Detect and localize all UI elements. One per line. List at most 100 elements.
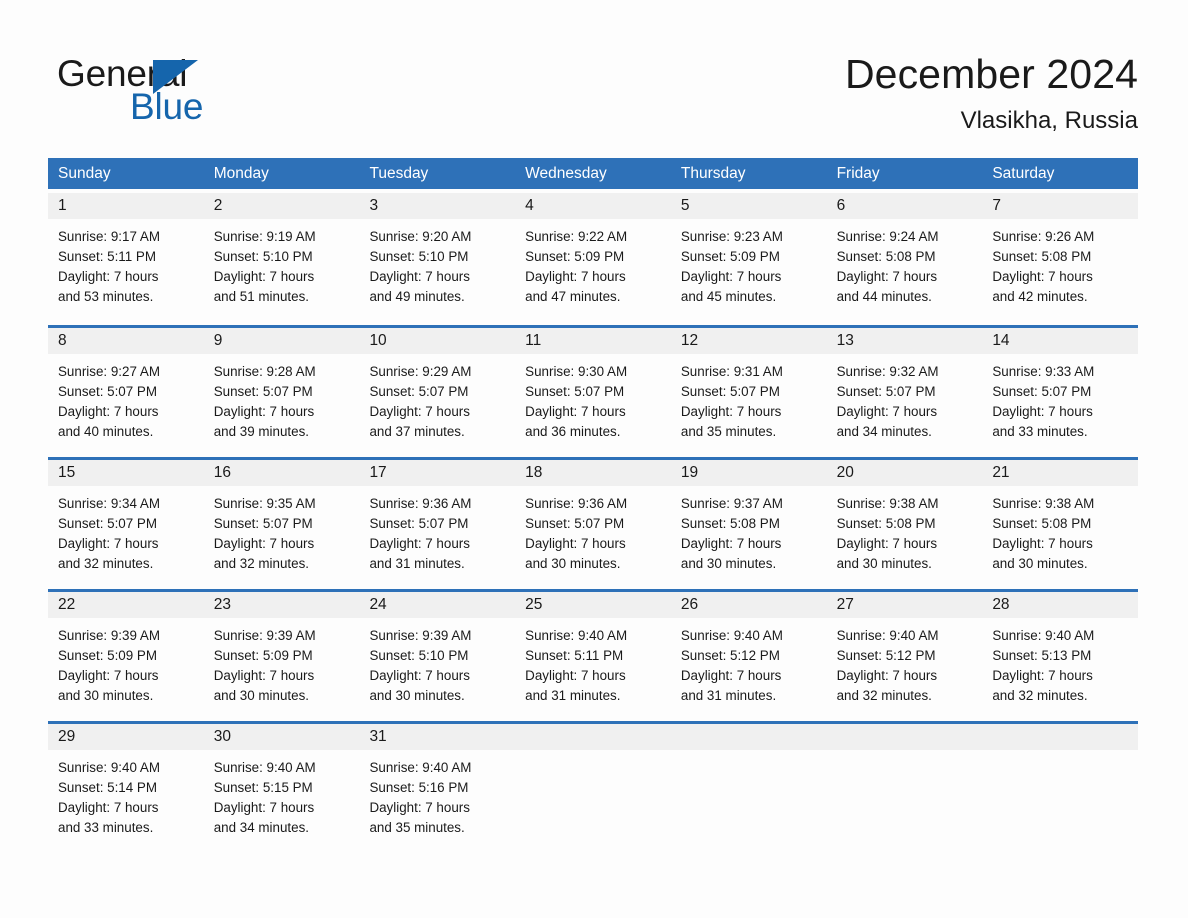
sunrise-text: Sunrise: 9:39 AM bbox=[58, 628, 160, 643]
calendar-day-cell[interactable]: 14 Sunrise: 9:33 AM Sunset: 5:07 PM Dayligh… bbox=[982, 328, 1139, 457]
calendar-weeks: 1 Sunrise: 9:17 AM Sunset: 5:11 PM Daylight… bbox=[48, 193, 1139, 853]
day-number: 23 bbox=[213, 596, 231, 613]
day-number: 14 bbox=[992, 332, 1010, 349]
sunrise-text: Sunrise: 9:37 AM bbox=[680, 496, 783, 511]
sunrise-text: Sunrise: 9:39 AM bbox=[369, 628, 472, 643]
calendar-day-cell[interactable]: 19 Sunrise: 9:37 AM Sunset: 5:08 PM Dayligh… bbox=[670, 460, 827, 589]
sunrise-text: Sunrise: 9:40 AM bbox=[680, 628, 783, 643]
sunrise-text: Sunrise: 9:39 AM bbox=[213, 628, 316, 643]
day-number: 28 bbox=[992, 596, 1010, 613]
day-number: 11 bbox=[525, 332, 542, 349]
day-number: 3 bbox=[369, 197, 379, 214]
calendar-day-cell[interactable]: 2 Sunrise: 9:19 AM Sunset: 5:10 PM Daylight… bbox=[203, 193, 360, 325]
day-number: 5 bbox=[680, 197, 690, 214]
sunrise-text: Sunrise: 9:26 AM bbox=[992, 229, 1095, 244]
calendar-day-cell[interactable]: 25 Sunrise: 9:40 AM Sunset: 5:11 PM Dayligh… bbox=[515, 592, 671, 721]
calendar-day-cell[interactable]: 30 Sunrise: 9:40 AM Sunset: 5:15 PM Dayligh… bbox=[203, 724, 360, 853]
day-number-band: 27 bbox=[826, 592, 983, 618]
calendar-day-cell[interactable]: 26 Sunrise: 9:40 AM Sunset: 5:12 PM Dayligh… bbox=[670, 592, 827, 721]
calendar-day-cell[interactable]: 11 Sunrise: 9:30 AM Sunset: 5:07 PM Dayligh… bbox=[515, 328, 671, 457]
day-details: Sunrise: 9:40 AM Sunset: 5:12 PM Daylight:… bbox=[671, 618, 827, 706]
calendar-day-cell[interactable]: 28 Sunrise: 9:40 AM Sunset: 5:13 PM Dayligh… bbox=[982, 592, 1139, 721]
calendar-day-cell[interactable]: 31 Sunrise: 9:40 AM Sunset: 5:16 PM Dayligh… bbox=[359, 724, 516, 853]
calendar-day-cell[interactable]: 3 Sunrise: 9:20 AM Sunset: 5:10 PM Daylight… bbox=[359, 193, 516, 325]
daylight-text-line1: Daylight: 7 hours bbox=[680, 536, 782, 551]
sunrise-text: Sunrise: 9:40 AM bbox=[992, 628, 1095, 643]
sunset-text: Sunset: 5:09 PM bbox=[525, 249, 625, 264]
calendar-day-cell[interactable]: 17 Sunrise: 9:36 AM Sunset: 5:07 PM Dayligh… bbox=[359, 460, 516, 589]
calendar-day-cell[interactable]: 7 Sunrise: 9:26 AM Sunset: 5:08 PM Daylight… bbox=[982, 193, 1139, 325]
sunset-text: Sunset: 5:10 PM bbox=[369, 648, 469, 663]
calendar-day-cell[interactable]: 16 Sunrise: 9:35 AM Sunset: 5:07 PM Dayligh… bbox=[203, 460, 360, 589]
daylight-text-line1: Daylight: 7 hours bbox=[369, 668, 470, 683]
daylight-text-line1: Daylight: 7 hours bbox=[213, 536, 315, 551]
day-number-band: 18 bbox=[515, 460, 671, 486]
day-details: Sunrise: 9:39 AM Sunset: 5:09 PM Daylight:… bbox=[48, 618, 204, 706]
daylight-text-line2: and 34 minutes. bbox=[213, 820, 310, 835]
day-number-band: 15 bbox=[48, 460, 204, 486]
calendar-day-cell[interactable]: 15 Sunrise: 9:34 AM Sunset: 5:07 PM Dayligh… bbox=[48, 460, 204, 589]
sunset-text: Sunset: 5:15 PM bbox=[213, 780, 313, 795]
calendar-day-cell[interactable]: 21 Sunrise: 9:38 AM Sunset: 5:08 PM Dayligh… bbox=[982, 460, 1139, 589]
day-details: Sunrise: 9:40 AM Sunset: 5:14 PM Daylight:… bbox=[48, 750, 204, 838]
daylight-text-line1: Daylight: 7 hours bbox=[525, 536, 626, 551]
daylight-text-line1: Daylight: 7 hours bbox=[213, 404, 315, 419]
calendar-week-row: 29 Sunrise: 9:40 AM Sunset: 5:14 PM Dayligh… bbox=[48, 721, 1139, 853]
calendar-day-cell[interactable]: 27 Sunrise: 9:40 AM Sunset: 5:12 PM Dayligh… bbox=[826, 592, 983, 721]
daylight-text-line1: Daylight: 7 hours bbox=[525, 404, 626, 419]
daylight-text-line2: and 47 minutes. bbox=[525, 289, 621, 304]
daylight-text-line2: and 32 minutes. bbox=[992, 688, 1088, 703]
calendar-day-cell[interactable]: 23 Sunrise: 9:39 AM Sunset: 5:09 PM Dayligh… bbox=[203, 592, 360, 721]
daylight-text-line1: Daylight: 7 hours bbox=[525, 269, 626, 284]
calendar-day-cell[interactable]: 20 Sunrise: 9:38 AM Sunset: 5:08 PM Dayligh… bbox=[826, 460, 983, 589]
day-number-band: 22 bbox=[48, 592, 204, 618]
calendar-day-cell[interactable]: 22 Sunrise: 9:39 AM Sunset: 5:09 PM Dayligh… bbox=[48, 592, 204, 721]
sunset-text: Sunset: 5:07 PM bbox=[680, 384, 780, 399]
daylight-text-line1: Daylight: 7 hours bbox=[525, 668, 626, 683]
sunrise-text: Sunrise: 9:40 AM bbox=[836, 628, 939, 643]
calendar-day-cell[interactable]: 12 Sunrise: 9:31 AM Sunset: 5:07 PM Dayligh… bbox=[670, 328, 827, 457]
calendar-day-cell[interactable]: 9 Sunrise: 9:28 AM Sunset: 5:07 PM Daylight… bbox=[203, 328, 360, 457]
daylight-text-line2: and 32 minutes. bbox=[58, 556, 154, 571]
day-details bbox=[671, 750, 827, 758]
daylight-text-line2: and 30 minutes. bbox=[369, 688, 465, 703]
day-details: Sunrise: 9:40 AM Sunset: 5:13 PM Daylight:… bbox=[982, 618, 1138, 706]
daylight-text-line2: and 49 minutes. bbox=[369, 289, 465, 304]
calendar-day-cell[interactable]: 24 Sunrise: 9:39 AM Sunset: 5:10 PM Dayligh… bbox=[359, 592, 516, 721]
calendar-day-cell[interactable]: 4 Sunrise: 9:22 AM Sunset: 5:09 PM Daylight… bbox=[515, 193, 671, 325]
day-number: 17 bbox=[369, 464, 387, 481]
day-details: Sunrise: 9:40 AM Sunset: 5:12 PM Daylight:… bbox=[827, 618, 983, 706]
sunset-text: Sunset: 5:07 PM bbox=[525, 384, 625, 399]
day-number-band bbox=[982, 724, 1139, 750]
calendar-day-cell[interactable]: 5 Sunrise: 9:23 AM Sunset: 5:09 PM Daylight… bbox=[670, 193, 827, 325]
daylight-text-line1: Daylight: 7 hours bbox=[213, 668, 315, 683]
daylight-text-line2: and 33 minutes. bbox=[992, 424, 1088, 439]
daylight-text-line2: and 53 minutes. bbox=[58, 289, 154, 304]
daylight-text-line1: Daylight: 7 hours bbox=[369, 800, 470, 815]
day-details: Sunrise: 9:39 AM Sunset: 5:10 PM Daylight:… bbox=[359, 618, 515, 706]
daylight-text-line2: and 31 minutes. bbox=[680, 688, 777, 703]
calendar-day-cell[interactable]: 6 Sunrise: 9:24 AM Sunset: 5:08 PM Daylight… bbox=[826, 193, 983, 325]
calendar-day-cell[interactable]: 18 Sunrise: 9:36 AM Sunset: 5:07 PM Dayligh… bbox=[515, 460, 671, 589]
calendar-day-cell[interactable]: 8 Sunrise: 9:27 AM Sunset: 5:07 PM Daylight… bbox=[48, 328, 204, 457]
calendar-day-cell[interactable]: 10 Sunrise: 9:29 AM Sunset: 5:07 PM Dayligh… bbox=[359, 328, 516, 457]
sunset-text: Sunset: 5:09 PM bbox=[213, 648, 313, 663]
daylight-text-line2: and 40 minutes. bbox=[58, 424, 154, 439]
day-number-band: 19 bbox=[670, 460, 827, 486]
day-details: Sunrise: 9:39 AM Sunset: 5:09 PM Daylight:… bbox=[204, 618, 360, 706]
calendar-empty-cell bbox=[826, 724, 983, 853]
daylight-text-line2: and 34 minutes. bbox=[836, 424, 932, 439]
daylight-text-line2: and 44 minutes. bbox=[836, 289, 932, 304]
daylight-text-line2: and 32 minutes. bbox=[836, 688, 932, 703]
weekday-header-saturday: Saturday bbox=[992, 165, 1055, 182]
daylight-text-line2: and 45 minutes. bbox=[680, 289, 777, 304]
day-details: Sunrise: 9:34 AM Sunset: 5:07 PM Daylight:… bbox=[48, 486, 204, 574]
calendar-day-cell[interactable]: 29 Sunrise: 9:40 AM Sunset: 5:14 PM Dayligh… bbox=[48, 724, 204, 853]
calendar-day-cell[interactable]: 1 Sunrise: 9:17 AM Sunset: 5:11 PM Daylight… bbox=[48, 193, 204, 325]
daylight-text-line2: and 31 minutes. bbox=[525, 688, 621, 703]
day-number-band: 1 bbox=[48, 193, 204, 219]
calendar-day-cell[interactable]: 13 Sunrise: 9:32 AM Sunset: 5:07 PM Dayligh… bbox=[826, 328, 983, 457]
sunrise-text: Sunrise: 9:22 AM bbox=[525, 229, 628, 244]
day-number: 2 bbox=[213, 197, 223, 214]
day-details: Sunrise: 9:40 AM Sunset: 5:11 PM Daylight:… bbox=[515, 618, 671, 706]
